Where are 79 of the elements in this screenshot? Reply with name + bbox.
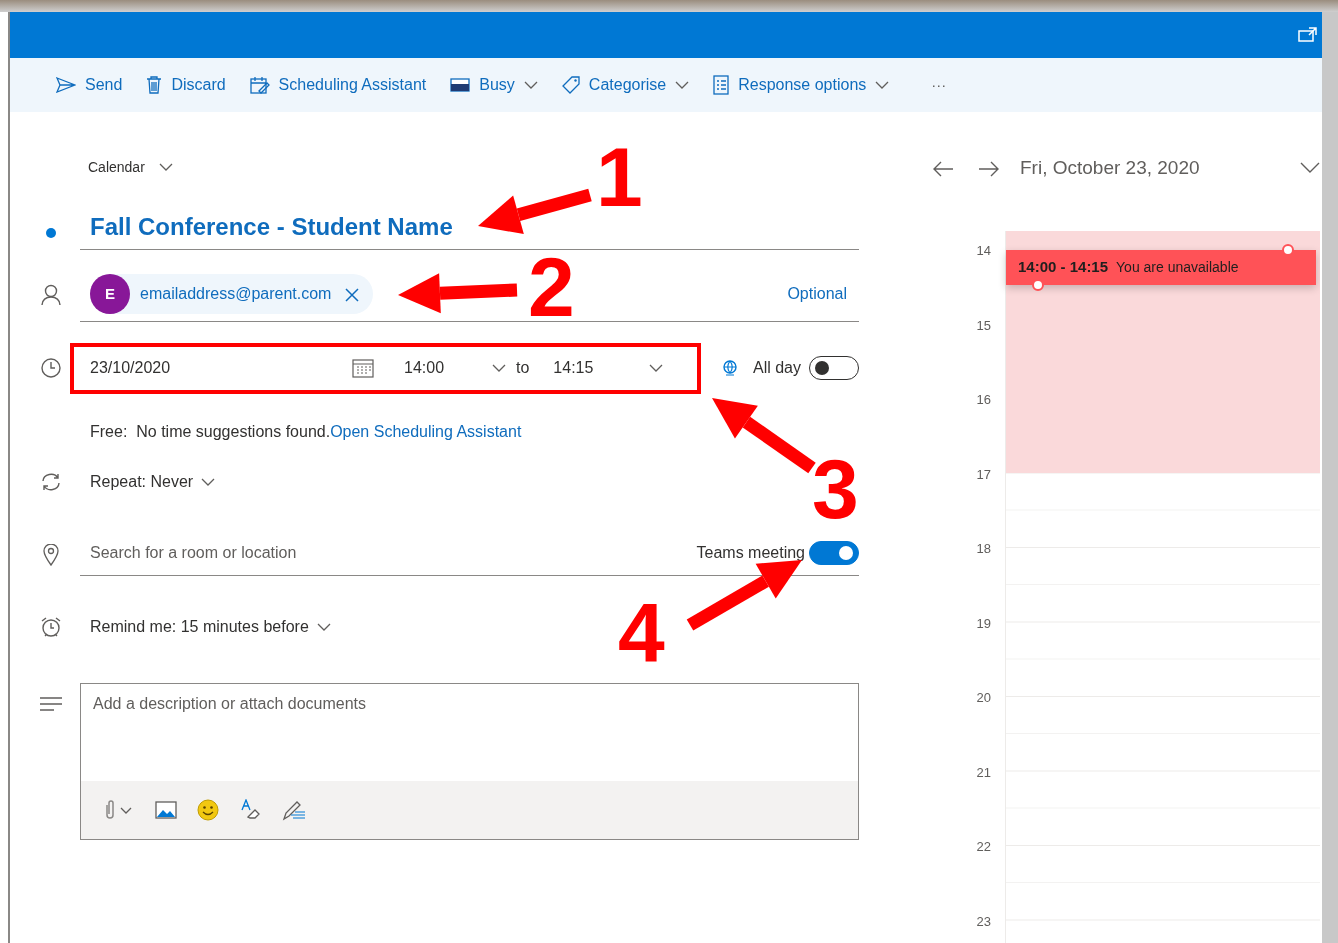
close-icon[interactable] <box>345 287 360 302</box>
date-field[interactable]: 23/10/2020 <box>90 356 171 380</box>
reminder-dropdown[interactable]: Remind me: 15 minutes before <box>80 608 366 646</box>
title-field[interactable]: Fall Conference - Student Name <box>80 209 859 249</box>
annotation-number: 1 <box>596 146 643 208</box>
annotation-number: 2 <box>528 256 575 318</box>
all-day-toggle[interactable] <box>809 356 859 380</box>
calendar-edit-icon <box>249 76 270 94</box>
attendee-email: emailaddress@parent.com <box>140 284 332 304</box>
more-button[interactable]: ··· <box>917 69 961 101</box>
avatar: E <box>90 274 130 314</box>
toolbar-button[interactable]: Scheduling Assistant <box>237 69 439 101</box>
status-dot-icon <box>46 228 56 238</box>
end-time-dropdown[interactable]: 14:15 <box>541 356 670 380</box>
hour-label: 15 <box>975 316 992 335</box>
send-icon <box>56 77 76 93</box>
calendar-dropdown[interactable]: Calendar <box>88 156 173 178</box>
annotation-number: 3 <box>812 458 859 520</box>
hour-label: 17 <box>975 465 992 484</box>
tag-icon <box>561 76 580 94</box>
format-eraser-icon[interactable] <box>239 799 261 821</box>
repeat-icon <box>40 472 62 492</box>
pen-signature-icon[interactable] <box>281 799 307 821</box>
description-box[interactable]: Add a description or attach documents <box>80 683 859 840</box>
chevron-down-icon[interactable] <box>1300 162 1320 174</box>
hour-label: 14 <box>975 242 992 260</box>
person-icon <box>41 284 61 306</box>
chevron-down-icon <box>158 163 173 171</box>
trash-icon <box>146 76 163 94</box>
hour-label: 16 <box>975 391 992 409</box>
chevron-down-icon <box>492 364 506 372</box>
pop-out-icon[interactable] <box>1298 27 1318 43</box>
to-label: to <box>515 358 531 378</box>
picture-icon[interactable] <box>155 801 177 819</box>
toolbar-button[interactable]: Send <box>44 69 135 101</box>
toolbar-button[interactable]: Response options <box>701 69 902 101</box>
chevron-down-icon <box>875 81 890 89</box>
hour-label: 18 <box>975 540 992 558</box>
text-lines-icon <box>40 697 62 711</box>
chevron-down-icon <box>649 364 664 372</box>
attendee-chip[interactable]: E emailaddress@parent.com <box>90 274 374 314</box>
toolbar-button[interactable]: Busy <box>438 69 550 101</box>
free-status-text: Free: No time suggestions found.Open Scheduling Assistant <box>90 422 523 442</box>
location-field[interactable]: Search for a room or location <box>80 532 697 573</box>
toolbar-button[interactable]: Categorise <box>549 69 702 101</box>
arrow-right-icon[interactable] <box>978 160 1000 177</box>
teams-meeting-label: Teams meeting <box>696 542 805 563</box>
chevron-down-icon <box>675 81 690 89</box>
list-document-icon <box>713 75 730 95</box>
repeat-dropdown[interactable]: Repeat: Never <box>80 464 237 500</box>
event-time: 14:00 - 14:15 <box>1018 257 1109 278</box>
hour-label: 22 <box>975 838 992 856</box>
scrollbar[interactable] <box>1322 12 1338 943</box>
optional-link[interactable]: Optional <box>787 282 859 306</box>
day-grid[interactable]: 14:00 - 14:15 You are unavailable <box>1005 231 1320 943</box>
date-heading: Fri, October 23, 2020 <box>1019 155 1201 180</box>
smiley-icon[interactable] <box>197 799 219 821</box>
event-block[interactable]: 14:00 - 14:15 You are unavailable <box>1006 250 1316 285</box>
toolbar-button[interactable]: Discard <box>134 69 238 101</box>
start-time-dropdown[interactable]: 14:00 <box>384 356 512 380</box>
calendar-icon[interactable] <box>352 358 374 378</box>
chevron-down-icon <box>316 623 331 631</box>
all-day-label: All day <box>752 358 801 378</box>
clock-icon <box>41 358 61 378</box>
teams-meeting-toggle[interactable] <box>809 540 859 565</box>
chevron-down-icon <box>201 478 216 486</box>
event-text: You are unavailable <box>1116 258 1239 277</box>
scheduling-assistant-link[interactable]: Open Scheduling Assistant <box>330 423 522 440</box>
hour-label: 21 <box>975 763 992 782</box>
globe-icon[interactable] <box>721 359 739 377</box>
hour-label: 23 <box>975 912 992 931</box>
annotation-number: 4 <box>618 602 665 664</box>
chevron-down-icon <box>523 81 538 89</box>
hour-label: 19 <box>975 614 992 633</box>
location-pin-icon <box>43 544 59 566</box>
hour-label: 20 <box>975 689 992 707</box>
status-bar-icon <box>450 78 471 92</box>
arrow-left-icon[interactable] <box>932 160 954 177</box>
alarm-clock-icon <box>40 616 62 638</box>
